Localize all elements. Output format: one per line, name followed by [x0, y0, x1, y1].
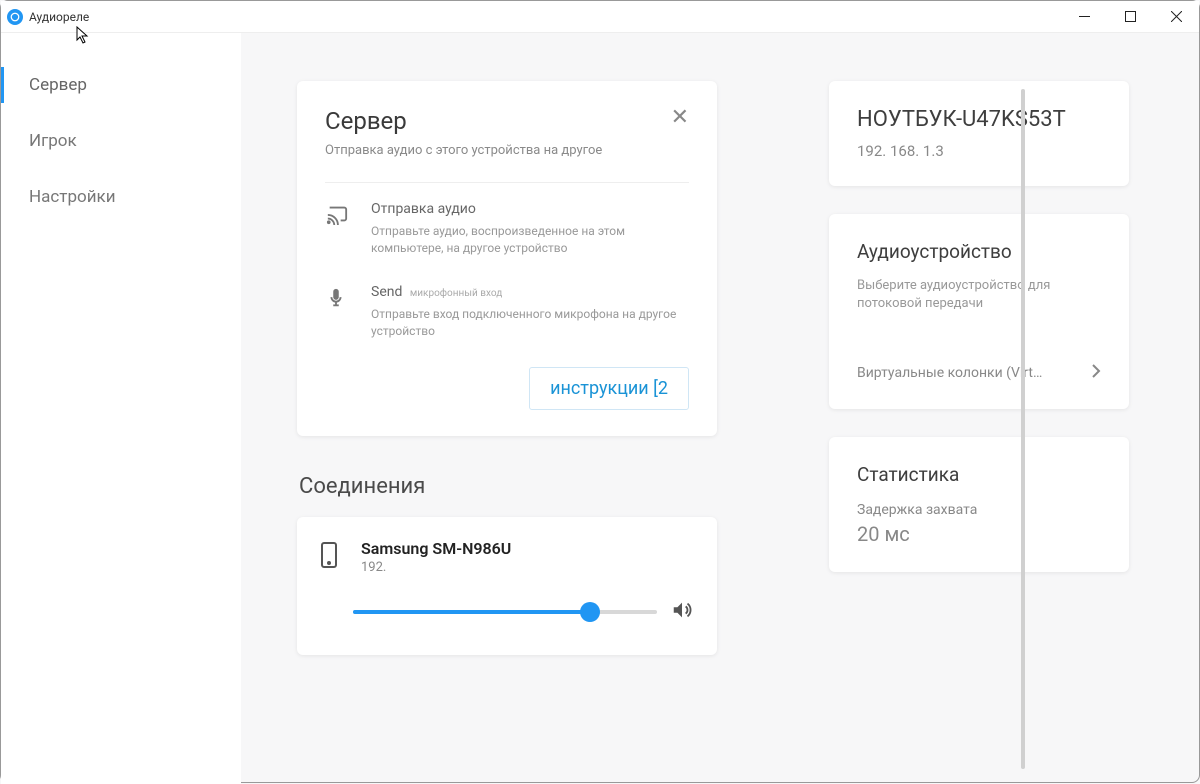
sidebar: Сервер Игрок Настройки [1, 33, 241, 784]
sidebar-item-server[interactable]: Сервер [1, 57, 241, 113]
host-card: НОУТБУК-U47KS53T 192. 168. 1.3 [829, 81, 1129, 186]
option-send-mic[interactable]: Send микрофонный вход Отправьте вход под… [325, 284, 689, 341]
connection-card: Samsung SM-N986U 192. [297, 517, 717, 655]
host-name: НОУТБУК-U47KS53T [857, 107, 1101, 132]
card-title: Сервер [325, 107, 602, 135]
minimize-button[interactable] [1061, 1, 1107, 33]
card-subtitle: Отправка аудио с этого устройства на дру… [325, 143, 602, 158]
stat-value: 20 мс [857, 522, 1101, 546]
connection-ip: 192. [361, 560, 511, 575]
stats-card: Статистика Задержка захвата 20 мс [829, 437, 1129, 572]
sidebar-item-label: Игрок [29, 131, 77, 151]
sidebar-item-player[interactable]: Игрок [1, 113, 241, 169]
connections-heading: Соединения [299, 474, 717, 499]
option-title: Отправка аудио [371, 201, 689, 217]
cast-icon [325, 201, 353, 258]
sidebar-item-label: Сервер [29, 75, 87, 95]
close-icon[interactable]: ✕ [671, 107, 689, 129]
sidebar-item-label: Настройки [29, 187, 116, 207]
card-title: Аудиоустройство [857, 240, 1101, 263]
sidebar-item-settings[interactable]: Настройки [1, 169, 241, 225]
volume-slider[interactable] [353, 610, 657, 614]
close-button[interactable] [1153, 1, 1199, 33]
server-card: Сервер Отправка аудио с этого устройства… [297, 81, 717, 436]
host-ip: 192. 168. 1.3 [857, 142, 1101, 160]
titlebar: Аудиореле [1, 1, 1199, 33]
stat-label: Задержка захвата [857, 502, 1101, 518]
instructions-button[interactable]: инструкции [2 [529, 367, 689, 410]
option-send-audio[interactable]: Отправка аудио Отправьте аудио, воспроиз… [325, 201, 689, 258]
connection-name: Samsung SM-N986U [361, 539, 511, 558]
card-title: Статистика [857, 463, 1101, 486]
divider [325, 182, 689, 183]
scrollbar[interactable] [1021, 89, 1025, 769]
chevron-right-icon [1091, 363, 1101, 383]
option-desc: Отправьте аудио, воспроизведенное на это… [371, 223, 689, 258]
slider-thumb[interactable] [580, 602, 600, 622]
phone-icon [321, 539, 343, 572]
audio-device-picker[interactable]: Виртуальные колонки (Virtua… [857, 363, 1101, 383]
maximize-button[interactable] [1107, 1, 1153, 33]
volume-icon[interactable] [671, 599, 693, 625]
window-title: Аудиореле [29, 10, 89, 24]
app-icon [7, 9, 23, 25]
option-desc: Отправьте вход подключенного микрофона н… [371, 306, 689, 341]
audio-device-card: Аудиоустройство Выберите аудиоустройство… [829, 214, 1129, 409]
option-title: Send микрофонный вход [371, 284, 689, 300]
picker-label: Виртуальные колонки (Virtua… [857, 365, 1047, 381]
card-desc: Выберите аудиоустройство для потоковой п… [857, 277, 1101, 313]
microphone-icon [325, 284, 353, 341]
